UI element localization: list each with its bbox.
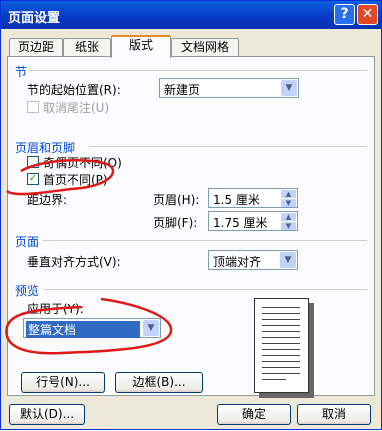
suppress-endnotes-label: 取消尾注(U)	[43, 101, 110, 115]
footer-distance-spinner[interactable]: 1.75 厘米 ▲ ▼	[208, 211, 298, 231]
line-numbers-button[interactable]: 行号(N)...	[21, 372, 105, 393]
borders-button[interactable]: 边框(B)...	[115, 372, 203, 393]
title-bar: 页面设置 ? ✕	[1, 1, 381, 29]
spin-up-icon[interactable]: ▲	[281, 190, 296, 198]
header-distance-value: 1.5 厘米	[213, 193, 260, 207]
default-button[interactable]: 默认(D)...	[9, 404, 85, 425]
tab-paper[interactable]: 纸张	[63, 38, 111, 57]
footer-distance-label: 页脚(F):	[153, 216, 198, 230]
footer-distance-value: 1.75 厘米	[213, 216, 268, 230]
apply-to-select[interactable]: 整篇文档 ▼	[23, 318, 161, 338]
cancel-button[interactable]: 取消	[297, 404, 371, 425]
tab-layout[interactable]: 版式	[111, 35, 171, 58]
preview-group-title: 预览	[15, 284, 40, 298]
tab-margins[interactable]: 页边距	[9, 38, 63, 57]
vertical-alignment-value: 顶端对齐	[213, 255, 262, 269]
chevron-down-icon: ▼	[280, 252, 296, 268]
odd-even-label: 奇偶页不同(O)	[43, 156, 122, 170]
apply-to-value: 整篇文档	[26, 321, 140, 338]
tab-strip: 页边距 纸张 版式 文档网格	[7, 35, 377, 58]
first-page-label: 首页不同(P)	[43, 173, 108, 187]
ok-button[interactable]: 确定	[217, 404, 291, 425]
section-start-label: 节的起始位置(R):	[27, 83, 121, 97]
vertical-alignment-select[interactable]: 顶端对齐 ▼	[208, 250, 298, 270]
vertical-alignment-label: 垂直对齐方式(V):	[27, 255, 121, 269]
divider	[89, 146, 367, 147]
header-distance-spinner[interactable]: 1.5 厘米 ▲ ▼	[208, 188, 298, 208]
spin-down-icon[interactable]: ▼	[281, 199, 296, 207]
spin-down-icon[interactable]: ▼	[281, 222, 296, 230]
page-group-title: 页面	[15, 235, 40, 249]
spin-up-icon[interactable]: ▲	[281, 213, 296, 221]
odd-even-checkbox[interactable]	[27, 156, 39, 168]
page-setup-dialog: 页面设置 ? ✕ 页边距 纸张 版式 文档网格 节 节的起始位置(R): 新建页…	[0, 0, 382, 430]
section-start-select[interactable]: 新建页 ▼	[159, 78, 299, 98]
tab-document-grid[interactable]: 文档网格	[171, 38, 239, 57]
divider	[43, 240, 367, 241]
first-page-checkbox[interactable]: ✓	[27, 173, 39, 185]
divider	[43, 289, 367, 290]
header-distance-label: 页眉(H):	[153, 193, 200, 207]
section-start-value: 新建页	[164, 83, 201, 97]
from-edge-label: 距边界:	[27, 193, 68, 207]
apply-to-label: 应用于(Y):	[27, 302, 84, 316]
close-button[interactable]: ✕	[357, 4, 378, 25]
section-group-title: 节	[15, 65, 28, 79]
dialog-title: 页面设置	[8, 11, 61, 26]
chevron-down-icon: ▼	[143, 320, 159, 336]
divider	[29, 70, 367, 71]
suppress-endnotes-checkbox[interactable]	[27, 101, 39, 113]
help-button[interactable]: ?	[334, 4, 355, 25]
page-preview-thumbnail	[254, 298, 309, 393]
chevron-down-icon: ▼	[281, 80, 297, 96]
